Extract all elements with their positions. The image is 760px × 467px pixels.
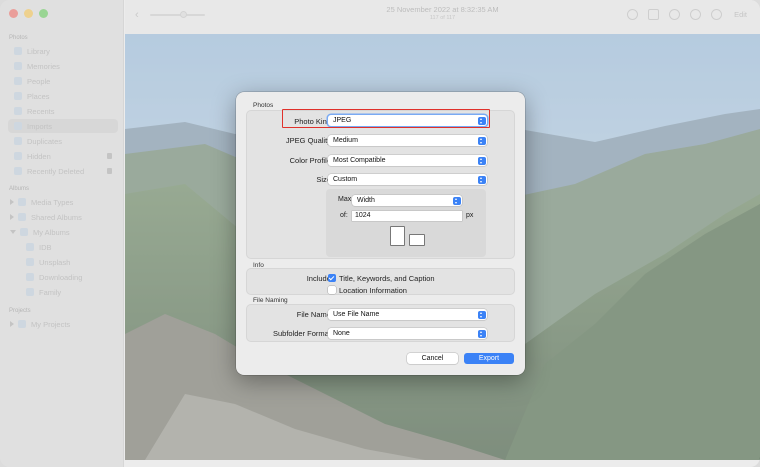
popup-arrows-icon [477, 136, 486, 145]
popup-arrows-icon [477, 329, 486, 338]
photos-section-title: Photos [253, 102, 274, 109]
size-select[interactable]: Custom [328, 174, 487, 185]
portrait-page-icon [390, 226, 405, 246]
file-naming-group: File Name: Use File Name Subfolder Forma… [246, 304, 515, 342]
info-group: Include: Title, Keywords, and Caption Lo… [246, 268, 515, 295]
px-unit-label: px [466, 212, 474, 219]
subfolder-format-label: Subfolder Format: [272, 329, 333, 338]
jpeg-quality-label: JPEG Quality: [285, 136, 333, 145]
file-name-label: File Name: [296, 310, 333, 319]
photo-kind-highlight-box [282, 109, 490, 128]
custom-size-panel: Max Width of: 1024 px [326, 189, 486, 257]
export-button[interactable]: Export [464, 353, 514, 364]
file-name-select[interactable]: Use File Name [328, 309, 487, 320]
max-label: Max [338, 196, 352, 203]
jpeg-quality-select[interactable]: Medium [328, 135, 487, 146]
max-dimension-select[interactable]: Width [352, 195, 462, 206]
size-value-field[interactable]: 1024 [352, 211, 462, 221]
size-label: Size: [316, 175, 333, 184]
file-naming-section-title: File Naming [253, 297, 288, 304]
popup-arrows-icon [477, 310, 486, 319]
location-checkbox[interactable] [328, 286, 336, 294]
popup-arrows-icon [452, 196, 461, 205]
popup-arrows-icon [477, 175, 486, 184]
title-keywords-label: Title, Keywords, and Caption [339, 274, 435, 283]
export-dialog: Photos Photo Kind: JPEG JPEG Quality: Me… [236, 92, 525, 375]
color-profile-label: Color Profile: [289, 156, 333, 165]
include-label: Include: [306, 274, 333, 283]
color-profile-select[interactable]: Most Compatible [328, 155, 487, 166]
cancel-button[interactable]: Cancel [407, 353, 458, 364]
photos-window: Photos Library Memories People Places Re… [0, 0, 760, 467]
subfolder-format-select[interactable]: None [328, 328, 487, 339]
popup-arrows-icon [477, 156, 486, 165]
location-label: Location Information [339, 286, 407, 295]
of-label: of: [340, 212, 348, 219]
landscape-page-icon [409, 234, 425, 246]
title-keywords-checkbox[interactable] [328, 274, 336, 282]
